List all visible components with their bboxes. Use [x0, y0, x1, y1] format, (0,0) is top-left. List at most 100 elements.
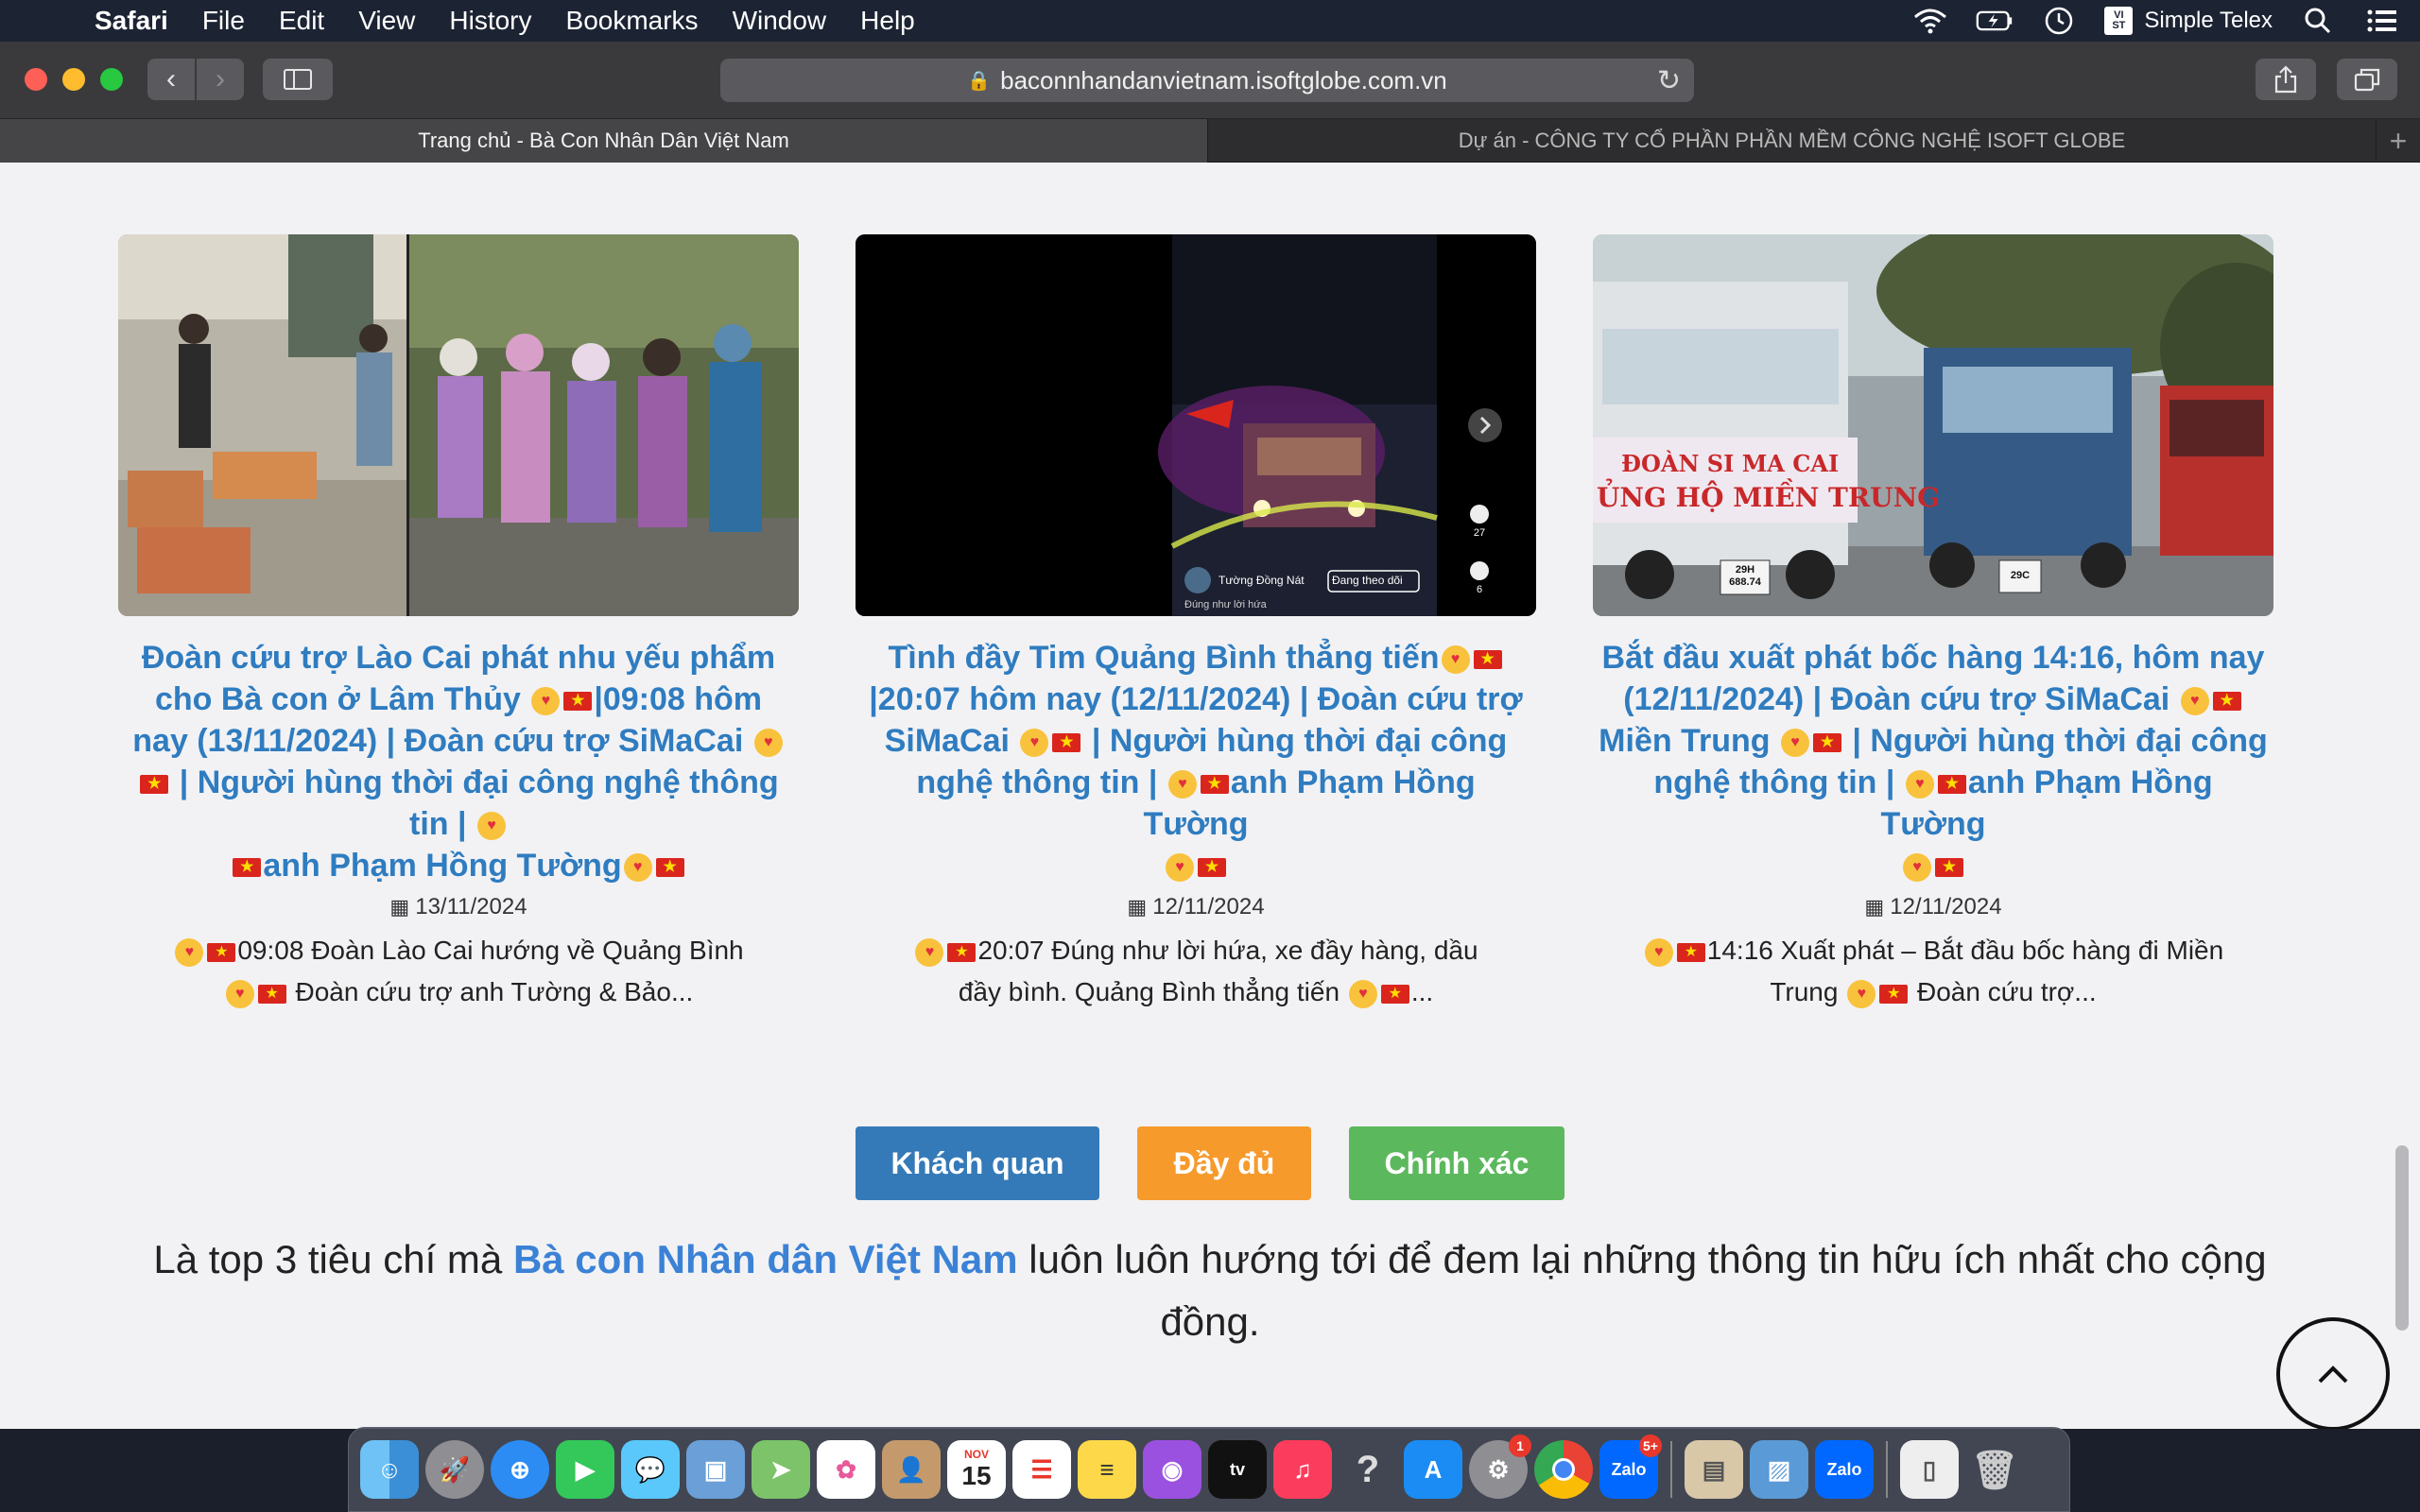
spotlight-search-icon[interactable]: [2299, 6, 2337, 36]
messages-icon[interactable]: 💬: [621, 1440, 680, 1499]
battery-charging-icon[interactable]: [1976, 6, 2014, 36]
dock-separator: [1670, 1441, 1672, 1498]
contacts-icon[interactable]: 👤: [882, 1440, 941, 1499]
banner-text-line-2: ỦNG HỘ MIỀN TRUNG: [1597, 482, 1941, 513]
menu-view[interactable]: View: [341, 6, 432, 36]
facetime-icon[interactable]: ▶: [556, 1440, 614, 1499]
post-thumbnail[interactable]: Tường Đồng Nát Đang theo dõi Đúng như lờ…: [856, 234, 1536, 616]
tab-projects[interactable]: Dự án - CÔNG TY CỔ PHẦN PHẦN MỀM CÔNG NG…: [1208, 119, 2377, 163]
vietnam-flag-icon: ★: [1879, 984, 1909, 1004]
window-zoom-button[interactable]: [100, 68, 123, 91]
menu-bookmarks[interactable]: Bookmarks: [549, 6, 716, 36]
reload-icon[interactable]: ↻: [1657, 64, 1681, 97]
menu-help[interactable]: Help: [843, 6, 932, 36]
tab-overview-button[interactable]: [2337, 59, 2397, 100]
post-excerpt-text: Đoàn cứu trợ anh Tường & Bảo...: [287, 977, 694, 1006]
tab-home[interactable]: Trang chủ - Bà Con Nhân Dân Việt Nam: [0, 119, 1208, 163]
window-minimize-button[interactable]: [62, 68, 85, 91]
maps-icon[interactable]: ➤: [752, 1440, 810, 1499]
follow-button[interactable]: Đang theo dõi: [1332, 574, 1403, 587]
post-date: ▦ 12/11/2024: [856, 894, 1536, 920]
vietnam-flag-icon: ★: [1812, 733, 1841, 753]
heart-eyes-emoji-icon: ♥: [531, 687, 561, 716]
post-title[interactable]: Tình đầy Tim Quảng Bình thẳng tiến ♥ ★ |20…: [856, 637, 1536, 886]
system-preferences-icon[interactable]: ⚙ 1: [1469, 1435, 1531, 1499]
music-icon[interactable]: ♫: [1273, 1440, 1332, 1499]
document-icon[interactable]: ▯: [1900, 1440, 1959, 1499]
post-title-text: Bắt đầu xuất phát bốc hàng 14:16, hôm na…: [1601, 640, 2265, 717]
launchpad-icon[interactable]: 🚀: [425, 1440, 484, 1499]
chevron-up-icon: [2318, 1366, 2348, 1383]
app-menu[interactable]: Safari: [78, 6, 185, 36]
dock-separator: [1886, 1441, 1888, 1498]
reminders-icon[interactable]: ☰: [1012, 1440, 1071, 1499]
menu-bar: Safari File Edit View History Bookmarks …: [0, 0, 2420, 42]
input-source-icon[interactable]: VI ST: [2104, 7, 2134, 35]
post-card: ĐOÀN SI MA CAI ỦNG HỘ MIỀN TRUNG 29H 688…: [1593, 234, 2273, 1013]
post-date: ▦ 13/11/2024: [118, 894, 799, 920]
post-date: ▦ 12/11/2024: [1593, 894, 2273, 920]
window-close-button[interactable]: [25, 68, 47, 91]
page-scrollbar[interactable]: [2395, 1145, 2409, 1331]
post-thumbnail[interactable]: ĐOÀN SI MA CAI ỦNG HỘ MIỀN TRUNG 29H 688…: [1593, 234, 2273, 616]
objective-button[interactable]: Khách quan: [856, 1126, 1099, 1200]
complete-button[interactable]: Đầy đủ: [1137, 1126, 1311, 1200]
status-area: VI ST Simple Telex: [1911, 0, 2401, 42]
menu-window[interactable]: Window: [716, 6, 844, 36]
sidebar-icon: [284, 69, 312, 90]
heart-eyes-emoji-icon: ♥: [1903, 853, 1931, 883]
heart-eyes-emoji-icon: ♥: [1847, 979, 1876, 1008]
finder-icon[interactable]: ☺: [360, 1440, 419, 1499]
post-thumbnail[interactable]: [118, 234, 799, 616]
menu-history[interactable]: History: [432, 6, 548, 36]
forward-button[interactable]: ›: [197, 59, 244, 100]
zalo-folder-icon[interactable]: Zalo: [1815, 1440, 1874, 1499]
slides-icon[interactable]: ▤: [1685, 1440, 1743, 1499]
post-title-text: Miền Trung: [1599, 723, 1779, 759]
post-title-text: Tình đầy Tim Quảng Bình thẳng tiến: [888, 640, 1440, 676]
app-store-icon[interactable]: A: [1404, 1440, 1462, 1499]
post-title[interactable]: Đoàn cứu trợ Lào Cai phát nhu yếu phẩm c…: [118, 637, 799, 886]
tab-bar: Trang chủ - Bà Con Nhân Dân Việt Nam Dự …: [0, 119, 2420, 163]
chrome-icon[interactable]: [1534, 1440, 1593, 1499]
photos-icon[interactable]: ✿: [817, 1440, 875, 1499]
vietnam-flag-icon: ★: [1198, 858, 1226, 878]
chevron-right-icon: ›: [216, 63, 225, 94]
screenshots-folder-icon[interactable]: ▨: [1750, 1440, 1808, 1499]
accurate-button[interactable]: Chính xác: [1349, 1126, 1564, 1200]
trash-icon[interactable]: 🗑: [1965, 1440, 2024, 1499]
menu-file[interactable]: File: [185, 6, 262, 36]
sidebar-toggle-button[interactable]: [263, 59, 333, 100]
back-button[interactable]: ‹: [147, 59, 195, 100]
input-source-badge-bottom: ST: [2112, 20, 2126, 31]
vietnam-flag-icon: ★: [233, 858, 262, 878]
calendar-app-icon[interactable]: NOV 15: [947, 1440, 1006, 1499]
podcasts-icon[interactable]: ◉: [1143, 1440, 1201, 1499]
relief-trucks-photo: [1593, 234, 2273, 616]
plus-icon: +: [2389, 123, 2408, 158]
scroll-to-top-button[interactable]: [2276, 1317, 2390, 1429]
safari-icon[interactable]: ⊕: [491, 1440, 549, 1499]
post-excerpt: ♥ ★ 20:07 Đúng như lời hứa, xe đầy hàng, d…: [856, 930, 1536, 1013]
notes-icon[interactable]: ≡: [1078, 1440, 1136, 1499]
clock-icon[interactable]: [2040, 6, 2078, 36]
menu-edit[interactable]: Edit: [262, 6, 341, 36]
heart-eyes-emoji-icon: ♥: [225, 979, 254, 1008]
heart-eyes-emoji-icon: ♥: [1905, 770, 1934, 799]
address-bar[interactable]: 🔒 baconnhandanvietnam.isoftglobe.com.vn …: [720, 59, 1694, 102]
wifi-icon[interactable]: [1911, 6, 1949, 36]
pillars-row: Khách quan Đầy đủ Chính xác: [0, 1126, 2420, 1200]
zalo-icon[interactable]: Zalo 5+: [1599, 1435, 1662, 1499]
post-title[interactable]: Bắt đầu xuất phát bốc hàng 14:16, hôm na…: [1593, 637, 2273, 886]
brand-link[interactable]: Bà con Nhân dân Việt Nam: [513, 1237, 1018, 1281]
heart-eyes-emoji-icon: ♥: [175, 937, 204, 967]
input-source-label[interactable]: Simple Telex: [2144, 8, 2273, 34]
share-button[interactable]: [2256, 59, 2316, 100]
heart-eyes-emoji-icon: ♥: [623, 853, 652, 883]
help-icon[interactable]: ?: [1339, 1440, 1397, 1499]
control-center-icon[interactable]: [2363, 6, 2401, 36]
new-tab-button[interactable]: +: [2377, 119, 2420, 163]
tv-icon[interactable]: tv: [1208, 1440, 1267, 1499]
preview-icon[interactable]: ▣: [686, 1440, 745, 1499]
heart-eyes-emoji-icon: ♥: [753, 729, 783, 758]
